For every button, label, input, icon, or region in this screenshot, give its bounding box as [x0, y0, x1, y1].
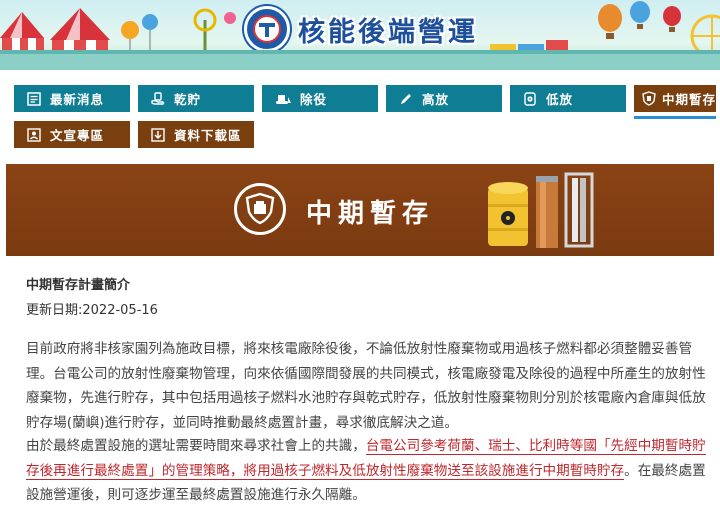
hand-icon [151, 91, 165, 105]
hero-title: 中期暫存 [306, 199, 435, 229]
nav-label: 最新消息 [50, 92, 105, 107]
shield-icon [642, 91, 656, 106]
nav-label: 文宣專區 [50, 128, 105, 143]
nav-label: 除役 [300, 92, 328, 107]
banner-ground [0, 54, 720, 70]
site-logo[interactable]: 核能後端營運 [244, 6, 478, 52]
nav-label: 資料下載區 [174, 128, 242, 143]
bulldozer-icon [276, 94, 291, 104]
pencil-icon [401, 93, 411, 104]
nav-interim-storage[interactable]: 中期暫存 [634, 85, 716, 112]
nav-label: 高放 [422, 92, 450, 107]
newspaper-icon [27, 91, 41, 106]
download-icon [151, 127, 165, 142]
radiation-barrel-icon [524, 91, 536, 106]
site-title: 核能後端營運 [298, 16, 478, 48]
nav-decommissioning[interactable]: 除役 [262, 85, 378, 112]
intro-paragraph-1: 目前政府將非核家園列為施政目標，將來核電廠除役後，不論低放射性廢棄物或用過核子燃… [26, 341, 706, 431]
paragraph-text: 由於最終處置設施的選址需要時間來尋求社會上的共識， [26, 438, 366, 454]
taipower-emblem-icon [244, 6, 290, 52]
storage-casks-illustration [488, 172, 594, 248]
nav-label: 乾貯 [174, 92, 202, 107]
page-heading: 中期暫存計畫簡介 [26, 278, 131, 293]
nav-label: 低放 [546, 92, 574, 107]
nav-low-level[interactable]: 低放 [510, 85, 626, 112]
person-document-icon [27, 127, 41, 142]
hero-banner: 中期暫存 [6, 164, 714, 256]
main-nav-row-1: 最新消息 乾貯 除役 高放 低放 中期暫存 [14, 85, 716, 112]
nav-dry-storage[interactable]: 乾貯 [138, 85, 254, 112]
main-nav-row-2: 文宣專區 資料下載區 [14, 121, 254, 148]
nav-downloads[interactable]: 資料下載區 [138, 121, 254, 148]
shield-icon [234, 183, 286, 235]
nav-latest-news[interactable]: 最新消息 [14, 85, 130, 112]
update-date: 更新日期:2022-05-16 [26, 303, 158, 318]
nav-label: 中期暫存 [662, 92, 717, 107]
nav-high-level[interactable]: 高放 [386, 85, 502, 112]
intro-paragraph-2: 由於最終處置設施的選址需要時間來尋求社會上的共識，台電公司參考荷蘭、瑞士、比利時… [26, 434, 706, 507]
nav-publicity[interactable]: 文宣專區 [14, 121, 130, 148]
header-banner: 核能後端營運 [0, 0, 720, 70]
